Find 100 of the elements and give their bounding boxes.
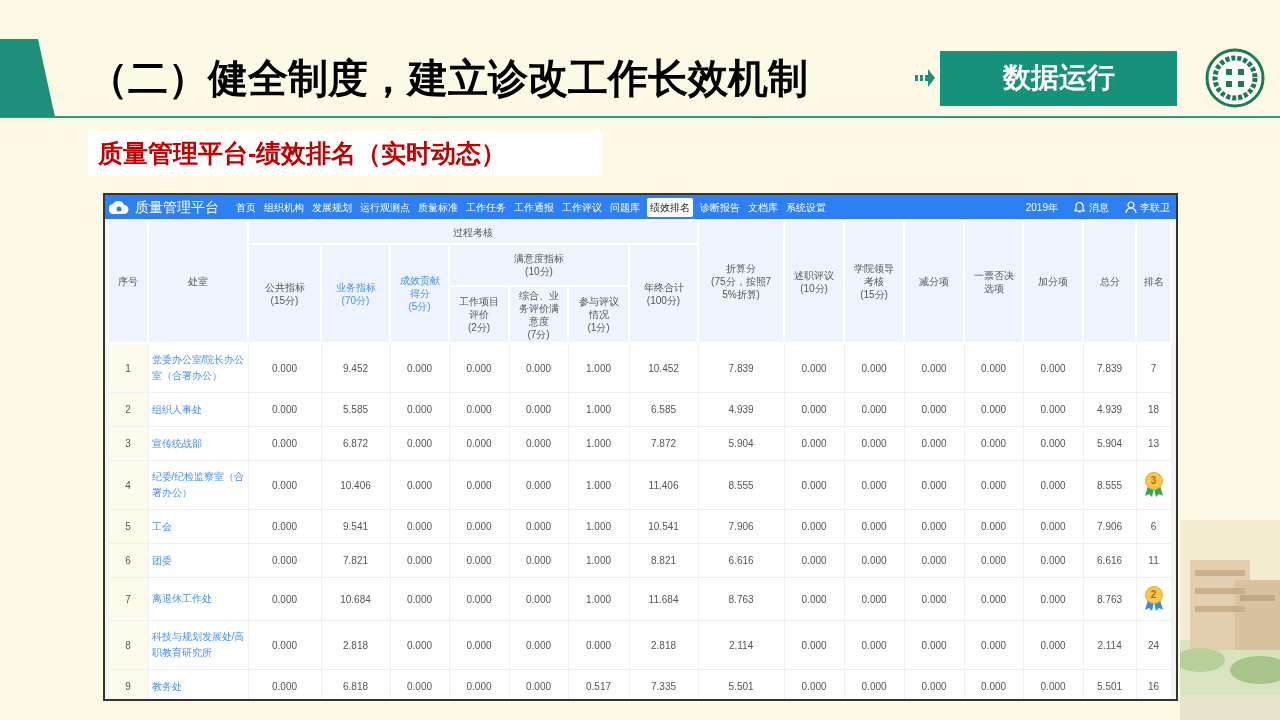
messages-link[interactable]: 消息 [1089,199,1109,215]
table-cell: 4.939 [1083,392,1137,427]
table-cell: 0.000 [1023,509,1084,544]
table-cell: 0.000 [904,577,965,621]
table-cell: 8.555 [1083,460,1137,510]
table-cell: 8.763 [698,577,785,621]
table-cell: 7.839 [698,343,785,393]
table-cell: 0.000 [844,426,905,461]
table-cell: 0.000 [248,460,321,510]
table-cell: 0.000 [784,343,845,393]
department-link[interactable]: 团委 [148,543,248,578]
table-cell: 0.000 [904,426,965,461]
table-cell: 9.452 [321,343,390,393]
table-cell: 11 [1136,543,1172,578]
nav-tab[interactable]: 文档库 [747,199,779,215]
arrow-icon [915,67,935,89]
department-link[interactable]: 组织人事处 [148,392,248,427]
table-cell: 2.818 [629,620,699,670]
table-cell: 0.000 [904,392,965,427]
column-header: 处室 [148,220,248,343]
table-cell: 6.616 [698,543,785,578]
table-cell: 0.000 [1023,392,1084,427]
nav-tab[interactable]: 首页 [235,199,257,215]
table-cell: 11.406 [629,460,699,510]
rank-medal: 3 [1143,472,1164,498]
table-cell: 0.000 [784,426,845,461]
table-cell: 0.000 [390,343,449,393]
table-cell: 0.000 [509,426,568,461]
table-cell: 10.684 [321,577,390,621]
table-cell: 0.000 [784,509,845,544]
department-link[interactable]: 党委办公室/院长办公室（合署办公） [148,343,248,393]
table-cell: 1.000 [568,392,629,427]
column-header: 序号 [108,220,148,343]
table-cell: 7.821 [321,543,390,578]
slide-subtitle: 质量管理平台-绩效排名（实时动态） [88,131,602,176]
nav-tab[interactable]: 运行观测点 [359,199,411,215]
table-cell: 0.000 [248,509,321,544]
nav-tab[interactable]: 绩效排名 [647,197,693,217]
department-link[interactable]: 离退休工作处 [148,577,248,621]
department-link[interactable]: 宣传统战部 [148,426,248,461]
table-cell: 0.000 [449,426,509,461]
table-cell: 2.114 [698,620,785,670]
table-cell: 0.000 [844,577,905,621]
table-cell: 0.000 [844,343,905,393]
department-link[interactable]: 工会 [148,509,248,544]
table-cell: 10.541 [629,509,699,544]
table-cell: 5 [108,509,148,544]
table-cell: 6 [108,543,148,578]
column-header: 加分项 [1023,220,1084,343]
nav-tab[interactable]: 工作任务 [465,199,507,215]
table-cell: 7.906 [1083,509,1137,544]
table-cell: 1 [108,343,148,393]
table-cell: 0.000 [964,460,1024,510]
department-link[interactable]: 科技与规划发展处/高职教育研究所 [148,620,248,670]
table-cell: 0.000 [248,392,321,427]
nav-tab[interactable]: 工作通报 [513,199,555,215]
table-cell: 0.000 [844,543,905,578]
table-cell: 0.000 [1023,577,1084,621]
nav-tab[interactable]: 发展规划 [311,199,353,215]
column-header: 述职评议 (10分) [784,220,845,343]
column-header: 公共指标 (15分) [248,244,321,343]
table-cell: 18 [1136,392,1172,427]
table-cell: 0.000 [390,460,449,510]
nav-tab[interactable]: 工作评议 [561,199,603,215]
column-header: 业务指标 (70分) [321,244,390,343]
nav-tab[interactable]: 问题库 [609,199,641,215]
table-cell: 0.000 [449,620,509,670]
table-cell: 0.000 [904,460,965,510]
department-link[interactable]: 纪委/纪检监察室（合署办公） [148,460,248,510]
table-cell: 0.000 [509,577,568,621]
bell-icon[interactable] [1074,201,1085,213]
user-icon[interactable] [1125,201,1137,213]
user-name[interactable]: 李联卫 [1140,199,1170,215]
column-header: 年终合计 (100分) [629,244,699,343]
table-cell: 9 [108,669,148,699]
column-header: 过程考核 [248,220,699,244]
nav-tab[interactable]: 系统设置 [785,199,827,215]
table-cell: 0.000 [904,620,965,670]
table-cell: 2.114 [1083,620,1137,670]
table-cell: 0.000 [964,509,1024,544]
year-selector[interactable]: 2019年 [1025,199,1058,215]
table-cell: 0.000 [449,509,509,544]
table-cell: 0.000 [1023,343,1084,393]
column-header: 参与评议情况 (1分) [568,286,629,343]
table-cell: 10.406 [321,460,390,510]
table-cell: 0.000 [1023,460,1084,510]
table-cell: 0.000 [390,543,449,578]
table-cell: 1.000 [568,343,629,393]
nav-tab[interactable]: 质量标准 [417,199,459,215]
column-header: 折算分 (75分，按照75%折算) [698,220,785,343]
table-cell: 0.000 [248,620,321,670]
table-cell: 6 [1136,509,1172,544]
table-cell: 8.821 [629,543,699,578]
nav-tab[interactable]: 诊断报告 [699,199,741,215]
nav-tab[interactable]: 组织机构 [263,199,305,215]
table-cell: 0.000 [449,577,509,621]
table-cell: 0.000 [844,392,905,427]
table-cell: 1.000 [568,543,629,578]
table-cell: 0.000 [1023,620,1084,670]
slide-title: （二）健全制度，建立诊改工作长效机制 [88,55,809,102]
